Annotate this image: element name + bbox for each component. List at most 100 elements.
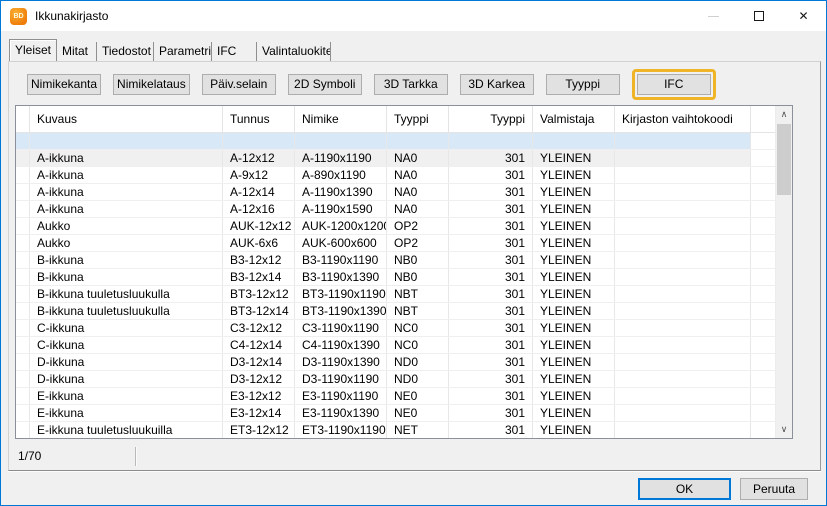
cell-kuvaus: C-ikkuna bbox=[30, 337, 223, 353]
tab-yleiset[interactable]: Yleiset bbox=[9, 39, 57, 61]
header-valmistaja[interactable]: Valmistaja bbox=[533, 106, 615, 132]
tab-parametrit[interactable]: Parametrit bbox=[154, 42, 212, 61]
cell-nimike: E3-1190x1190 bbox=[295, 388, 387, 404]
tab-valintaluokite[interactable]: Valintaluokite bbox=[257, 42, 331, 61]
row-selector[interactable] bbox=[16, 184, 30, 200]
paiv-selain-button[interactable]: Päiv.selain bbox=[202, 74, 276, 95]
table-row[interactable]: D-ikkunaD3-12x12D3-1190x1190ND0301YLEINE… bbox=[16, 371, 775, 388]
tab-mitat[interactable]: Mitat bbox=[57, 42, 97, 61]
titlebar[interactable]: BD Ikkunakirjasto ✕ bbox=[1, 1, 826, 31]
table-row[interactable]: AukkoAUK-12x12AUK-1200x1200OP2301YLEINEN bbox=[16, 218, 775, 235]
nimikelataus-button[interactable]: Nimikelataus bbox=[113, 74, 190, 95]
row-selector[interactable] bbox=[16, 405, 30, 421]
header-tyyppi[interactable]: Tyyppi bbox=[387, 106, 449, 132]
cell-kuvaus: Aukko bbox=[30, 235, 223, 251]
cell-tunnus: AUK-12x12 bbox=[223, 218, 295, 234]
header-tunnus[interactable]: Tunnus bbox=[223, 106, 295, 132]
scroll-up-icon[interactable]: ∧ bbox=[776, 106, 792, 123]
cancel-button[interactable]: Peruuta bbox=[740, 478, 808, 500]
header-vaihtokoodi[interactable]: Kirjaston vaihtokoodi bbox=[615, 106, 751, 132]
status-bar: 1/70 bbox=[10, 443, 819, 469]
table-row[interactable]: C-ikkunaC3-12x12C3-1190x1190NC0301YLEINE… bbox=[16, 320, 775, 337]
scrollbar-thumb[interactable] bbox=[777, 124, 791, 195]
cell-valmistaja: YLEINEN bbox=[533, 422, 615, 438]
cell-nimike: D3-1190x1390 bbox=[295, 354, 387, 370]
table-body[interactable]: A-ikkunaA-12x12A-1190x1190NA0301YLEINENA… bbox=[16, 133, 775, 438]
header-kuvaus[interactable]: Kuvaus bbox=[30, 106, 223, 132]
cell-tunnus: ET3-12x12 bbox=[223, 422, 295, 438]
table-row[interactable]: D-ikkunaD3-12x14D3-1190x1390ND0301YLEINE… bbox=[16, 354, 775, 371]
row-selector[interactable] bbox=[16, 133, 30, 149]
row-selector[interactable] bbox=[16, 354, 30, 370]
row-selector[interactable] bbox=[16, 167, 30, 183]
vertical-scrollbar[interactable]: ∧ ∨ bbox=[775, 106, 792, 438]
row-filler bbox=[751, 201, 775, 217]
cell-tyyppi2: 301 bbox=[449, 167, 533, 183]
2d-symboli-button[interactable]: 2D Symboli bbox=[288, 74, 362, 95]
nimikekanta-button[interactable]: Nimikekanta bbox=[27, 74, 101, 95]
cell-valmistaja: YLEINEN bbox=[533, 405, 615, 421]
row-selector[interactable] bbox=[16, 201, 30, 217]
tyyppi-button[interactable]: Tyyppi bbox=[546, 74, 620, 95]
table-row[interactable]: A-ikkunaA-12x14A-1190x1390NA0301YLEINEN bbox=[16, 184, 775, 201]
cell-vaihtokoodi bbox=[615, 337, 751, 353]
cell-nimike: A-1190x1190 bbox=[295, 150, 387, 166]
close-button[interactable]: ✕ bbox=[781, 1, 826, 31]
3d-tarkka-button[interactable]: 3D Tarkka bbox=[374, 74, 448, 95]
row-selector[interactable] bbox=[16, 371, 30, 387]
table-row[interactable]: E-ikkuna tuuletusluukuillaET3-12x12ET3-1… bbox=[16, 422, 775, 438]
header-nimike[interactable]: Nimike bbox=[295, 106, 387, 132]
row-selector[interactable] bbox=[16, 422, 30, 438]
table-row[interactable]: B-ikkuna tuuletusluukullaBT3-12x12BT3-11… bbox=[16, 286, 775, 303]
row-filler bbox=[751, 320, 775, 336]
cell-tyyppi2: 301 bbox=[449, 218, 533, 234]
row-selector[interactable] bbox=[16, 150, 30, 166]
cell-kuvaus: B-ikkuna bbox=[30, 252, 223, 268]
tab-tiedostot[interactable]: Tiedostot bbox=[97, 42, 154, 61]
cell-tyyppi2: 301 bbox=[449, 337, 533, 353]
table-row[interactable]: B-ikkunaB3-12x14B3-1190x1390NB0301YLEINE… bbox=[16, 269, 775, 286]
cell-tunnus: BT3-12x14 bbox=[223, 303, 295, 319]
ok-button[interactable]: OK bbox=[638, 478, 731, 500]
window-title: Ikkunakirjasto bbox=[35, 9, 108, 23]
cell-vaihtokoodi bbox=[615, 252, 751, 268]
table-row[interactable]: A-ikkunaA-12x12A-1190x1190NA0301YLEINEN bbox=[16, 150, 775, 167]
row-selector[interactable] bbox=[16, 218, 30, 234]
minimize-button[interactable] bbox=[691, 1, 736, 31]
table-row[interactable]: E-ikkunaE3-12x14E3-1190x1390NE0301YLEINE… bbox=[16, 405, 775, 422]
cell-nimike: B3-1190x1390 bbox=[295, 269, 387, 285]
row-selector[interactable] bbox=[16, 320, 30, 336]
table-row[interactable]: B-ikkunaB3-12x12B3-1190x1190NB0301YLEINE… bbox=[16, 252, 775, 269]
row-selector[interactable] bbox=[16, 235, 30, 251]
cell-kuvaus: Aukko bbox=[30, 218, 223, 234]
table-row[interactable]: A-ikkunaA-9x12A-890x1190NA0301YLEINEN bbox=[16, 167, 775, 184]
row-filler bbox=[751, 286, 775, 302]
ifc-highlight-ring: IFC bbox=[632, 69, 716, 100]
table-row[interactable] bbox=[16, 133, 775, 150]
table-row[interactable]: E-ikkunaE3-12x12E3-1190x1190NE0301YLEINE… bbox=[16, 388, 775, 405]
cell-vaihtokoodi bbox=[615, 218, 751, 234]
cell-tunnus: B3-12x14 bbox=[223, 269, 295, 285]
header-tyyppi-2[interactable]: Tyyppi bbox=[449, 106, 533, 132]
3d-karkea-button[interactable]: 3D Karkea bbox=[460, 74, 534, 95]
tab-page-yleiset: Nimikekanta Nimikelataus Päiv.selain 2D … bbox=[8, 61, 821, 471]
table-row[interactable]: A-ikkunaA-12x16A-1190x1590NA0301YLEINEN bbox=[16, 201, 775, 218]
row-selector[interactable] bbox=[16, 337, 30, 353]
maximize-button[interactable] bbox=[736, 1, 781, 31]
row-selector[interactable] bbox=[16, 269, 30, 285]
library-table: Kuvaus Tunnus Nimike Tyyppi Tyyppi Valmi… bbox=[15, 105, 793, 439]
cell-valmistaja: YLEINEN bbox=[533, 184, 615, 200]
scroll-down-icon[interactable]: ∨ bbox=[776, 421, 792, 438]
table-row[interactable]: C-ikkunaC4-12x14C4-1190x1390NC0301YLEINE… bbox=[16, 337, 775, 354]
cell-tunnus: E3-12x14 bbox=[223, 405, 295, 421]
ifc-button[interactable]: IFC bbox=[637, 74, 711, 95]
row-selector[interactable] bbox=[16, 388, 30, 404]
row-selector[interactable] bbox=[16, 252, 30, 268]
table-row[interactable]: B-ikkuna tuuletusluukullaBT3-12x14BT3-11… bbox=[16, 303, 775, 320]
tab-ifc[interactable]: IFC bbox=[212, 42, 257, 61]
row-selector[interactable] bbox=[16, 286, 30, 302]
cell-tyyppi2: 301 bbox=[449, 303, 533, 319]
cell-valmistaja: YLEINEN bbox=[533, 286, 615, 302]
table-row[interactable]: AukkoAUK-6x6AUK-600x600OP2301YLEINEN bbox=[16, 235, 775, 252]
row-selector[interactable] bbox=[16, 303, 30, 319]
